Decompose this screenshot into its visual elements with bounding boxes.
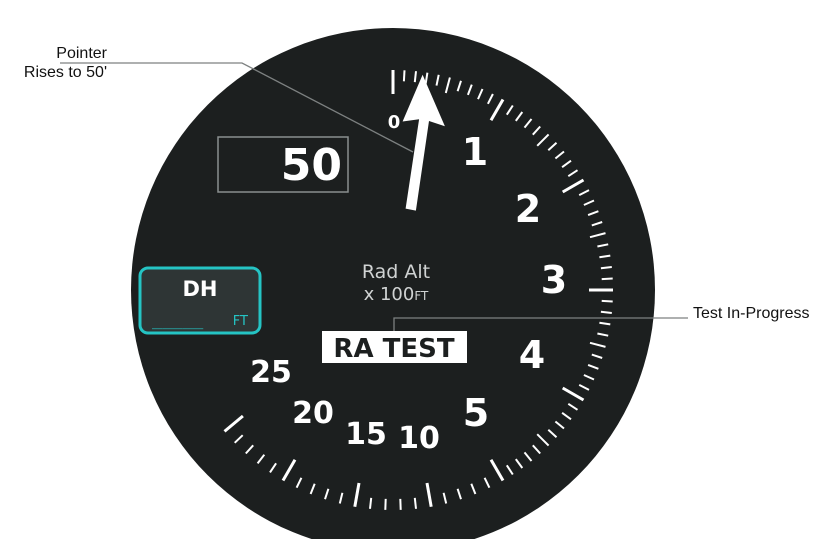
scale-label-5: 5 — [463, 391, 489, 435]
pointer-callout: Pointer Rises to 50' — [0, 44, 107, 82]
scale-label-2: 2 — [515, 187, 541, 231]
minor-tick — [602, 279, 613, 280]
minor-tick — [415, 71, 416, 82]
pointer-callout-line1: Pointer — [0, 44, 107, 63]
scale-factor-text: x 100 — [364, 284, 415, 305]
altitude-readout-value: 50 — [281, 140, 342, 191]
minor-tick — [602, 301, 613, 302]
scale-label-1: 1 — [462, 130, 488, 174]
scale-label-4: 4 — [519, 333, 545, 377]
scale-label-3: 3 — [541, 258, 567, 302]
pointer-callout-line2: Rises to 50' — [0, 63, 107, 82]
test-callout: Test In-Progress — [693, 304, 809, 323]
dh-button-label: DH — [182, 277, 217, 301]
minor-tick — [404, 70, 405, 81]
minor-tick — [601, 312, 612, 313]
scale-label-25: 25 — [250, 355, 292, 390]
minor-tick — [370, 498, 371, 509]
minor-tick — [601, 267, 612, 268]
scale-label-10: 10 — [398, 421, 440, 456]
dh-value: _____ — [152, 310, 204, 330]
rad-alt-title: Rad Alt — [362, 261, 430, 283]
rad-alt-figure: 0 1 2 3 4 5 10 15 20 25 50 Rad Alt x 100… — [0, 0, 828, 539]
scale-label-20: 20 — [292, 396, 334, 431]
scale-label-15: 15 — [345, 417, 387, 452]
dh-unit: FT — [233, 314, 248, 329]
scale-factor-unit: FT — [414, 289, 429, 303]
dh-button[interactable]: DH _____ FT — [140, 268, 260, 333]
rad-alt-gauge: 0 1 2 3 4 5 10 15 20 25 50 Rad Alt x 100… — [0, 0, 828, 539]
ra-test-annunciation: RA TEST — [333, 334, 454, 364]
minor-tick — [415, 498, 416, 509]
scale-label-0: 0 — [388, 112, 401, 133]
